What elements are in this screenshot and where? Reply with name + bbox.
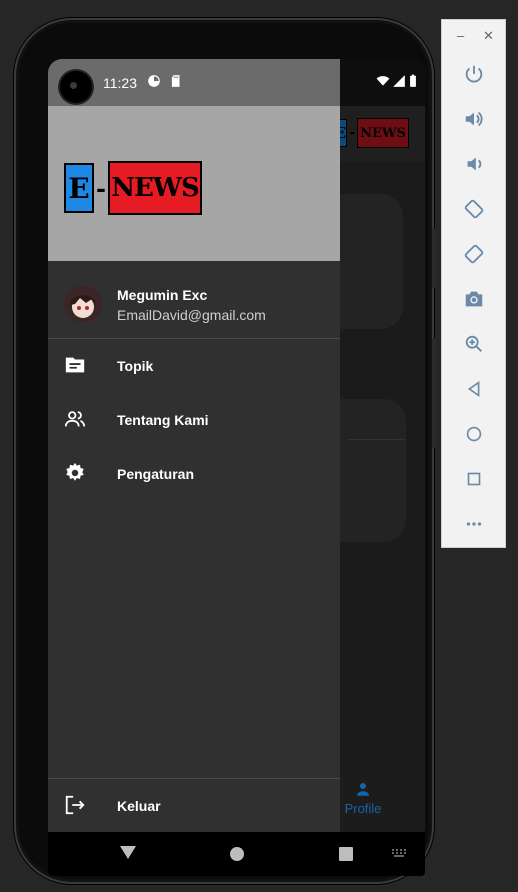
keyboard-icon[interactable] — [391, 848, 407, 858]
bottom-nav-profile-label: Profile — [344, 801, 382, 816]
card-divider — [348, 439, 406, 440]
user-profile-row[interactable]: Megumin Exc EmailDavid@gmail.com — [48, 261, 340, 338]
emulator-toolbar: – ✕ — [441, 19, 506, 548]
camera-icon — [465, 291, 483, 307]
overview-square-icon — [467, 472, 481, 486]
menu-label-tentang-kami: Tentang Kami — [117, 412, 209, 428]
person-icon — [357, 783, 369, 796]
menu-label-pengaturan: Pengaturan — [117, 466, 195, 482]
rotate-left-button[interactable] — [460, 195, 488, 223]
sd-card-icon — [171, 75, 180, 87]
front-camera — [60, 71, 92, 103]
toolbar-window-controls: – ✕ — [442, 28, 505, 44]
avatar-image — [64, 285, 102, 323]
logo-dash: - — [96, 173, 106, 203]
back-triangle-icon — [467, 380, 480, 398]
topic-icon — [65, 357, 85, 373]
logout-label: Keluar — [117, 798, 161, 814]
device-screen: E - NEWS Profile 11:23 E - NEWS Megumin … — [48, 59, 425, 876]
rotate-left-icon — [464, 199, 484, 219]
menu-item-topik[interactable]: Topik — [48, 339, 340, 393]
battery-icon — [410, 74, 416, 87]
user-email: EmailDavid@gmail.com — [117, 307, 266, 323]
more-button[interactable] — [460, 510, 488, 538]
menu-item-tentang-kami[interactable]: Tentang Kami — [48, 393, 340, 447]
menu-label-topik: Topik — [117, 358, 154, 374]
status-bar-right — [340, 59, 425, 106]
people-icon — [64, 411, 86, 427]
drawer-header: E - NEWS — [48, 106, 340, 261]
back-button[interactable] — [460, 375, 488, 403]
minimize-icon[interactable]: – — [457, 28, 464, 44]
logout-icon — [65, 795, 85, 815]
volume-down-button[interactable] — [460, 150, 488, 178]
more-icon — [466, 522, 482, 526]
zoom-button[interactable] — [460, 330, 488, 358]
gear-icon — [66, 462, 84, 481]
power-button[interactable] — [460, 60, 488, 88]
app-bar-logo-dash: - — [349, 125, 355, 141]
system-nav-bar — [48, 832, 425, 876]
signal-icon — [393, 75, 405, 87]
volume-up-icon — [465, 111, 483, 127]
phone-side-button — [432, 228, 436, 288]
rotate-right-button[interactable] — [460, 240, 488, 268]
status-time: 11:23 — [103, 75, 137, 91]
bottom-nav-profile[interactable]: Profile — [338, 780, 388, 816]
phone-frame: E - NEWS Profile 11:23 E - NEWS Megumin … — [14, 18, 436, 884]
avatar — [64, 285, 102, 323]
logo-e: E — [64, 163, 94, 213]
overview-button[interactable] — [460, 465, 488, 493]
menu-item-pengaturan[interactable]: Pengaturan — [48, 447, 340, 501]
logout-button[interactable]: Keluar — [48, 779, 340, 833]
data-saver-icon — [148, 75, 160, 87]
user-name: Megumin Exc — [117, 287, 208, 303]
volume-down-icon — [467, 157, 482, 171]
app-bar-logo: E - NEWS — [333, 118, 409, 148]
rotate-right-icon — [464, 244, 484, 264]
home-nav-icon[interactable] — [229, 846, 245, 862]
home-circle-icon — [466, 426, 482, 442]
home-button[interactable] — [460, 420, 488, 448]
wifi-icon — [376, 76, 390, 86]
back-nav-icon[interactable] — [119, 844, 137, 860]
recents-nav-icon[interactable] — [338, 846, 354, 862]
power-icon — [465, 65, 483, 83]
close-icon[interactable]: ✕ — [483, 28, 494, 44]
logo-news: NEWS — [108, 161, 202, 215]
zoom-in-icon — [465, 335, 482, 352]
screenshot-button[interactable] — [460, 285, 488, 313]
navigation-drawer: E - NEWS Megumin Exc EmailDavid@gmail.co… — [48, 106, 340, 832]
app-bar-logo-news: NEWS — [357, 118, 409, 148]
status-bar: 11:23 — [48, 59, 340, 106]
enews-logo: E - NEWS — [64, 161, 202, 215]
volume-up-button[interactable] — [460, 105, 488, 133]
phone-volume-button — [432, 338, 436, 448]
